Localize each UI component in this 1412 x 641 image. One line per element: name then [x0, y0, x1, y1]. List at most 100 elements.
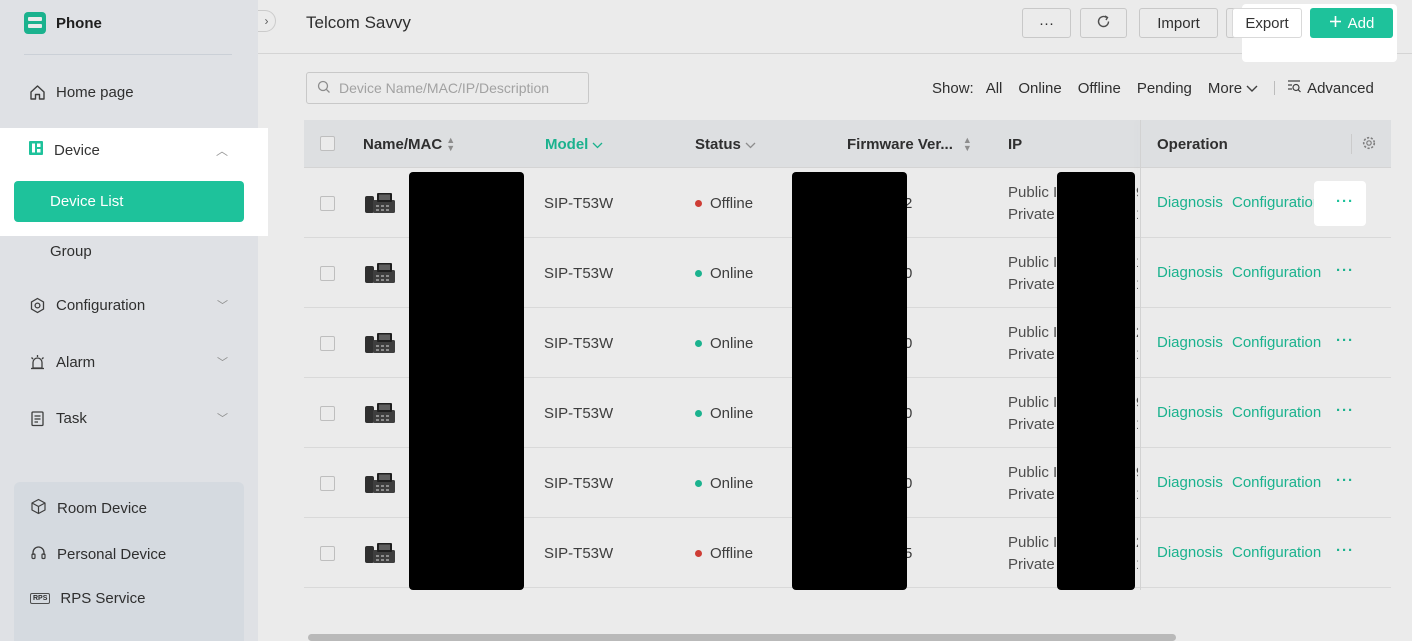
configuration-link[interactable]: Configuration: [1232, 194, 1321, 211]
status-dot: [695, 479, 702, 487]
filter-offline[interactable]: Offline: [1078, 80, 1121, 97]
configuration-link[interactable]: Configuration: [1232, 474, 1321, 491]
configuration-link[interactable]: Configuration: [1232, 544, 1321, 561]
column-operation: Operation: [1157, 136, 1228, 153]
configuration-link[interactable]: Configuration: [1232, 404, 1321, 421]
device-icon: [28, 140, 44, 160]
ip-public-tail: 1: [1136, 252, 1138, 274]
select-all-checkbox[interactable]: [320, 136, 335, 151]
row-checkbox[interactable]: [320, 406, 335, 421]
row-more-button[interactable]: ···: [1336, 332, 1354, 349]
horizontal-scrollbar[interactable]: [308, 634, 1176, 641]
status-cell: Online: [695, 335, 753, 352]
sort-icon: ▲ ▼: [446, 135, 456, 153]
status-cell: Online: [695, 405, 753, 422]
room-device-link[interactable]: Room Device: [30, 498, 147, 519]
diagnosis-link[interactable]: Diagnosis: [1157, 334, 1223, 351]
model-cell: SIP-T53W: [544, 335, 614, 352]
personal-device-link[interactable]: Personal Device: [30, 544, 166, 565]
sidebar-item-home[interactable]: Home page: [28, 83, 228, 101]
advanced-search-icon: [1287, 79, 1302, 97]
sticky-column-divider: [1140, 120, 1141, 590]
brand[interactable]: Phone: [24, 12, 102, 34]
row-checkbox[interactable]: [320, 196, 335, 211]
status-label: Online: [710, 475, 754, 492]
status-label: Online: [710, 335, 754, 352]
filter-online[interactable]: Online: [1018, 80, 1061, 97]
model-cell: SIP-T53W: [544, 265, 614, 282]
search-input[interactable]: [339, 80, 579, 96]
status-dot: [695, 339, 702, 347]
row-checkbox[interactable]: [320, 476, 335, 491]
sidebar-item-alarm[interactable]: Alarm ﹀: [28, 353, 228, 371]
row-more-button[interactable]: ···: [1336, 542, 1354, 559]
ip-private-tail: 1: [1136, 484, 1138, 506]
chevron-right-icon: ›: [264, 14, 269, 28]
phone-logo-icon: [24, 12, 46, 34]
rps-service-link[interactable]: RPS RPS Service: [30, 590, 145, 607]
sidebar-item-group[interactable]: Group: [50, 243, 92, 260]
column-settings-icon[interactable]: [1362, 136, 1376, 155]
refresh-button[interactable]: [1080, 8, 1127, 38]
sidebar: Phone Home page Group Configuration ﹀ Al…: [0, 0, 258, 641]
rps-icon: RPS: [30, 593, 51, 604]
column-firmware[interactable]: Firmware Ver... ▲ ▼: [847, 136, 972, 153]
filter-all[interactable]: All: [986, 80, 1003, 97]
sidebar-item-task[interactable]: Task ﹀: [28, 409, 228, 427]
headset-icon: [30, 544, 47, 565]
ip-private-label: Private: [1008, 206, 1055, 223]
filter-more[interactable]: More: [1208, 80, 1258, 97]
advanced-label: Advanced: [1307, 79, 1374, 97]
ip-public-label: Public I: [1008, 254, 1058, 271]
diagnosis-link[interactable]: Diagnosis: [1157, 404, 1223, 421]
add-button[interactable]: Add: [1310, 8, 1393, 38]
row-more-button[interactable]: ···: [1336, 472, 1354, 489]
advanced-filter-button[interactable]: Advanced: [1287, 79, 1374, 97]
plus-icon: [1329, 15, 1342, 32]
column-status[interactable]: Status: [695, 136, 756, 153]
configuration-link[interactable]: Configuration: [1232, 334, 1321, 351]
export-button[interactable]: Export: [1232, 8, 1302, 38]
status-cell: Offline: [695, 195, 753, 212]
more-actions-button[interactable]: ···: [1022, 8, 1071, 38]
row-checkbox[interactable]: [320, 546, 335, 561]
diagnosis-link[interactable]: Diagnosis: [1157, 544, 1223, 561]
model-cell: SIP-T53W: [544, 405, 614, 422]
column-ip[interactable]: IP: [1008, 136, 1022, 153]
sidebar-item-configuration[interactable]: Configuration ﹀: [28, 296, 228, 314]
diagnosis-link[interactable]: Diagnosis: [1157, 474, 1223, 491]
row-checkbox[interactable]: [320, 336, 335, 351]
column-name[interactable]: Name/MAC ▲ ▼: [363, 136, 455, 153]
configuration-link[interactable]: Configuration: [1232, 264, 1321, 281]
import-button[interactable]: Import: [1139, 8, 1218, 38]
column-firmware-label: Firmware Ver...: [847, 136, 953, 153]
ip-public-label: Public I: [1008, 324, 1058, 341]
sidebar-item-device-list[interactable]: Device List: [14, 181, 244, 222]
redaction-block: [409, 172, 524, 590]
page-title: Telcom Savvy: [306, 13, 411, 32]
row-more-button[interactable]: ···: [1336, 262, 1354, 279]
ip-private-label: Private: [1008, 416, 1055, 433]
column-model[interactable]: Model: [545, 136, 603, 153]
diagnosis-link[interactable]: Diagnosis: [1157, 194, 1223, 211]
row-checkbox[interactable]: [320, 266, 335, 281]
column-status-label: Status: [695, 136, 741, 153]
sidebar-item-device[interactable]: Device ︿: [28, 140, 228, 160]
cube-icon: [30, 498, 47, 519]
ip-private-label: Private: [1008, 486, 1055, 503]
status-cell: Online: [695, 475, 753, 492]
row-more-button[interactable]: ···: [1336, 193, 1354, 210]
filter-pending[interactable]: Pending: [1137, 80, 1192, 97]
ip-private-tail: 1: [1136, 414, 1138, 436]
search-box[interactable]: [306, 72, 589, 104]
diagnosis-link[interactable]: Diagnosis: [1157, 264, 1223, 281]
model-cell: SIP-T53W: [544, 475, 614, 492]
ip-private-label: Private: [1008, 346, 1055, 363]
status-dot: [695, 199, 702, 207]
status-label: Offline: [710, 545, 754, 562]
sidebar-item-label: Alarm: [56, 353, 96, 371]
collapse-sidebar-button[interactable]: ›: [258, 10, 276, 32]
row-more-button[interactable]: ···: [1336, 402, 1354, 419]
filter-bar: Show: All Online Offline Pending More Ad…: [932, 79, 1374, 97]
ip-public-tail: 2: [1136, 322, 1138, 344]
